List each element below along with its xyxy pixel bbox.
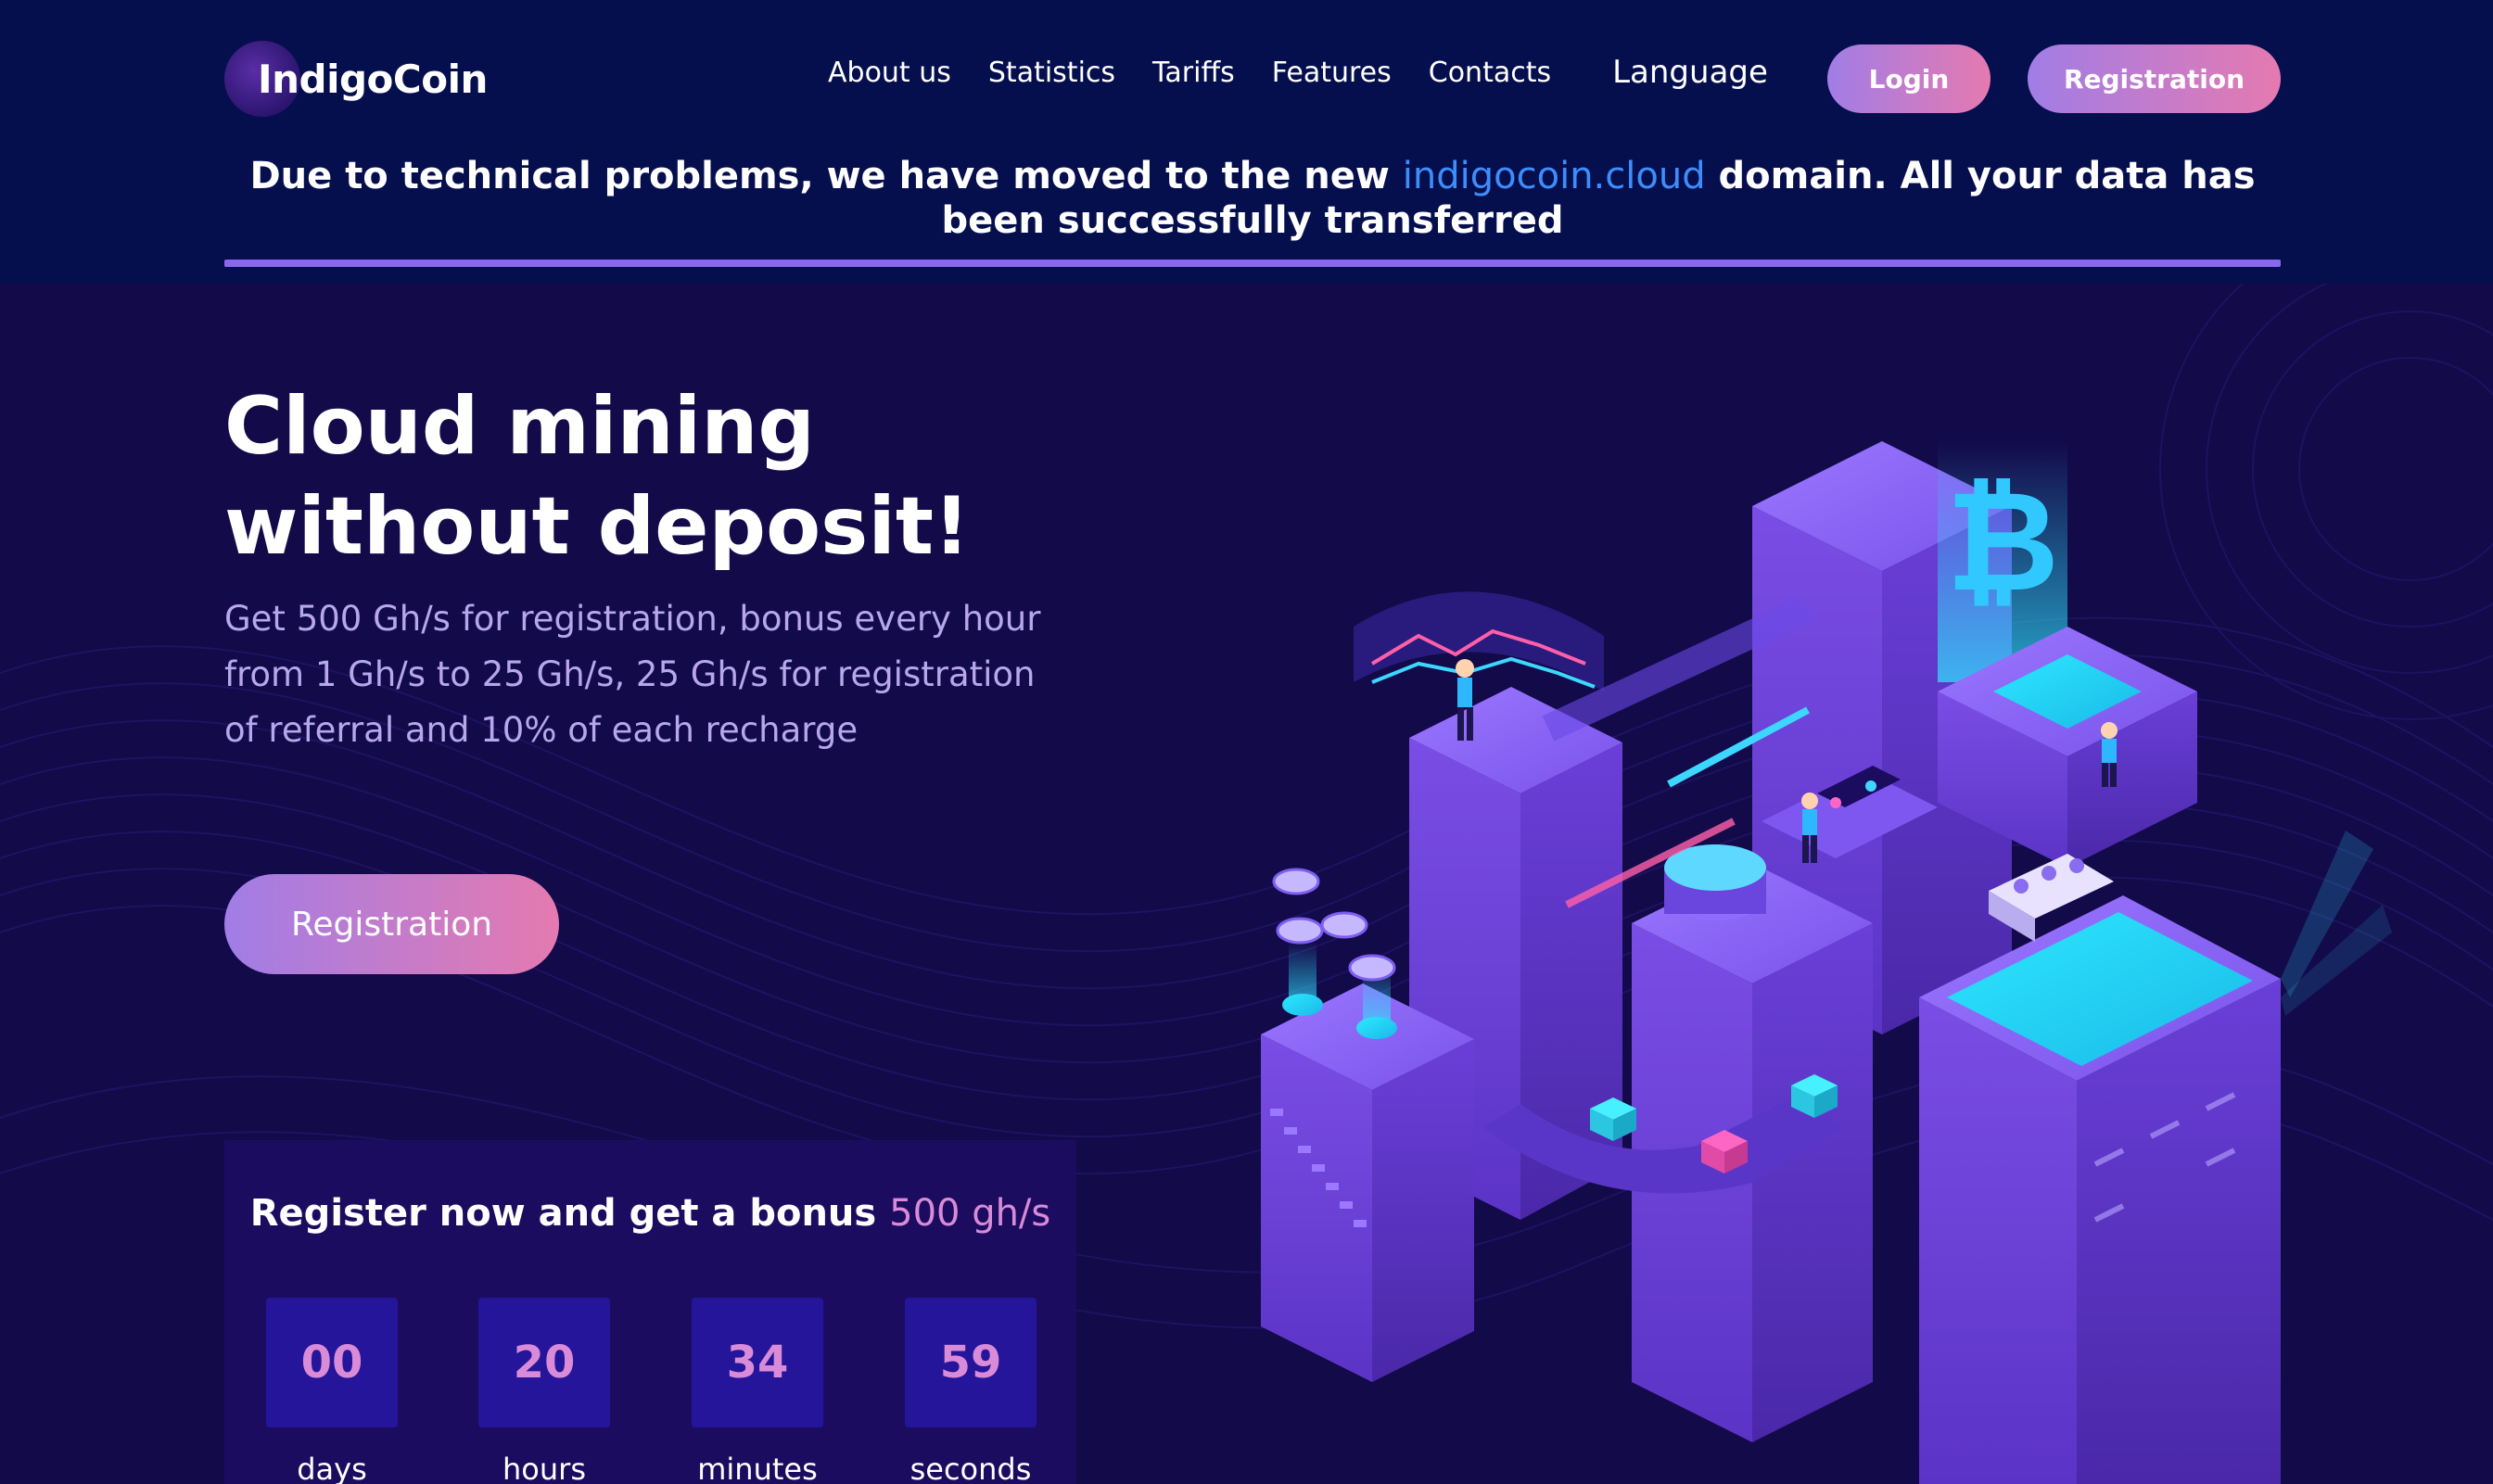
hero-title: Cloud mining without deposit!	[224, 376, 1244, 577]
isometric-mining-illustration: ₿	[1261, 441, 2392, 1484]
bitcoin-icon: ₿	[1946, 462, 2059, 623]
timer-minutes-label: minutes	[697, 1452, 818, 1484]
nav-contacts[interactable]: Contacts	[1429, 57, 1551, 89]
bonus-title-prefix: Register now and get a bonus	[249, 1192, 890, 1235]
main-nav: About us Statistics Tariffs Features Con…	[828, 54, 1768, 91]
header-registration-button[interactable]: Registration	[2028, 44, 2281, 113]
site-header: IndigoCoin About us Statistics Tariffs F…	[0, 0, 2493, 284]
timer-seconds-value: 59	[905, 1298, 1037, 1427]
hero-title-line1: Cloud mining	[224, 380, 815, 473]
hero-section: Cloud mining without deposit! Get 500 Gh…	[0, 284, 2493, 1484]
nav-about-us[interactable]: About us	[828, 57, 951, 89]
notice-divider	[224, 260, 2281, 267]
bonus-countdown-card: Register now and get a bonus 500 gh/s 00…	[224, 1140, 1076, 1484]
bonus-title: Register now and get a bonus 500 gh/s	[224, 1192, 1076, 1235]
bonus-amount: 500 gh/s	[889, 1192, 1051, 1235]
logo[interactable]: IndigoCoin	[224, 37, 488, 120]
notice-domain-link[interactable]: indigocoin.cloud	[1403, 155, 1706, 197]
timer-minutes-value: 34	[692, 1298, 823, 1427]
hero-title-line2: without deposit!	[224, 480, 971, 573]
logo-text: IndigoCoin	[258, 56, 488, 102]
timer-days-label: days	[297, 1452, 367, 1484]
hero-registration-button[interactable]: Registration	[224, 874, 559, 974]
domain-notice: Due to technical problems, we have moved…	[224, 154, 2281, 243]
timer-hours-value: 20	[478, 1298, 610, 1427]
login-button[interactable]: Login	[1827, 44, 1991, 113]
nav-tariffs[interactable]: Tariffs	[1152, 57, 1235, 89]
language-selector[interactable]: Language	[1612, 54, 1768, 91]
timer-seconds-label: seconds	[909, 1452, 1032, 1484]
timer-days-value: 00	[266, 1298, 398, 1427]
nav-statistics[interactable]: Statistics	[988, 57, 1115, 89]
hero-description: Get 500 Gh/s for registration, bonus eve…	[224, 599, 1041, 750]
nav-features[interactable]: Features	[1272, 57, 1392, 89]
tower-front-right	[1919, 895, 2281, 1484]
notice-text-before: Due to technical problems, we have moved…	[249, 155, 1403, 197]
timer-hours-label: hours	[502, 1452, 586, 1484]
